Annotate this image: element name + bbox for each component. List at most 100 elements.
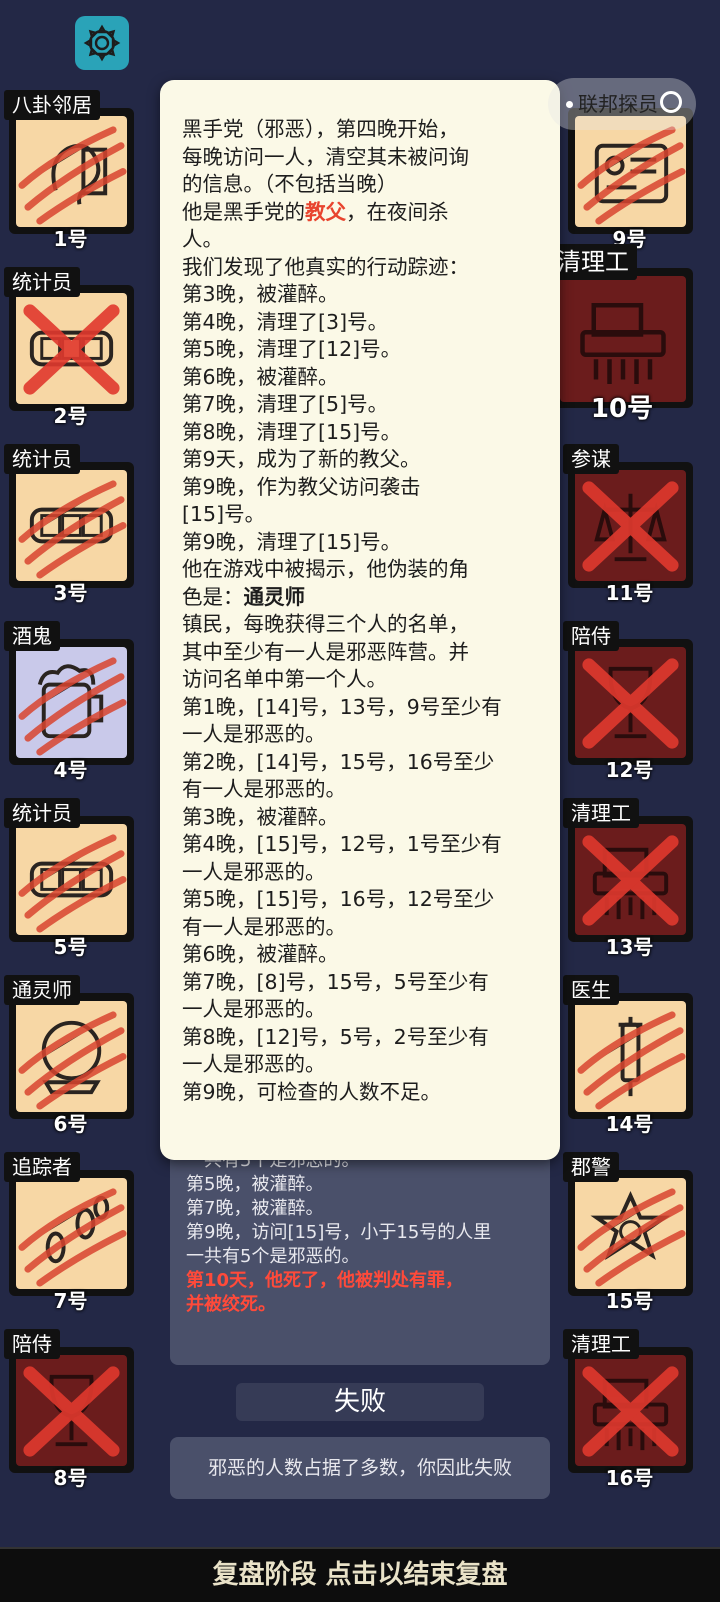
disguise-line: 有一人是邪恶的。 (182, 777, 346, 801)
wine-glass-icon (582, 658, 679, 749)
track-line: 第9晚，清理了[15]号。 (182, 529, 402, 554)
role-label: 统计员 (4, 267, 80, 297)
card-art (575, 1001, 686, 1112)
log-line: 第7晚，被灌醉。 (186, 1198, 324, 1219)
role-label: 陪侍 (563, 621, 619, 651)
player-card-8号[interactable]: 陪侍 8号 (2, 1329, 139, 1490)
disguise-line: 第1晚，[14]号，13号，9号至少有 (182, 694, 502, 719)
role-detail-popup[interactable]: 黑手党（邪恶），第四晚开始， 每晚访问一人，清空其未被问询 的信息。（不包括当晚） 他… (160, 80, 560, 1160)
counter-icon (18, 480, 127, 579)
disguise-line: 第4晚，[15]号，12号，1号至少有 (182, 832, 502, 856)
track-line: 第9天，成为了新的教父。 (182, 447, 421, 471)
log-death-line: 第10天，他死了，他被判处有罪， (186, 1270, 464, 1291)
shredder-icon (582, 1366, 679, 1457)
player-card-15号[interactable]: 郡警 15号 (561, 1152, 698, 1313)
player-number: 4号 (53, 758, 88, 782)
player-card-5号[interactable]: 统计员 5号 (2, 798, 139, 959)
player-card-4号[interactable]: 酒鬼 4号 (2, 621, 139, 782)
role-label: 通灵师 (4, 975, 80, 1005)
player-card-3号[interactable]: 统计员 3号 (2, 444, 139, 605)
card-art (575, 1355, 686, 1466)
result-button[interactable]: 失败 (236, 1383, 484, 1421)
scales-icon (582, 481, 679, 572)
disguise-line: 第6晚，被灌醉。 (182, 942, 339, 966)
player-card-16号[interactable]: 清理工 16号 (561, 1329, 698, 1490)
log-line: 一共有5个是邪恶的。 (186, 1246, 360, 1267)
fbi-agent-button[interactable]: 联邦探员 (548, 78, 696, 130)
player-card-2号[interactable]: 统计员 2号 (2, 267, 139, 428)
disguise-line: 第7晚，[8]号，15号，5号至少有 (182, 969, 489, 994)
track-line: 第4晚，清理了[3]号。 (182, 309, 389, 334)
card-art (16, 647, 127, 758)
card-art (16, 470, 127, 581)
player-card-10号[interactable]: 清理工 10号 (547, 244, 697, 424)
player-number: 8号 (53, 1466, 88, 1490)
role-label: 清理工 (563, 798, 639, 828)
role-label: 陪侍 (4, 1329, 60, 1359)
card-art (16, 1001, 127, 1112)
disguise-line: 访问名单中第一个人。 (182, 667, 387, 691)
track-line: 第9晚，作为教父访问袭击 (182, 474, 421, 499)
role-label: 酒鬼 (4, 621, 60, 651)
card-art (560, 276, 686, 402)
dot-icon (566, 101, 573, 108)
fbi-agent-label: 联邦探员 (578, 92, 658, 116)
track-line: 第8晚，清理了[15]号。 (182, 419, 402, 444)
track-line: 第6晚，被灌醉。 (182, 364, 339, 389)
player-card-13号[interactable]: 清理工 13号 (561, 798, 698, 959)
track-line: [15]号。 (182, 502, 266, 526)
player-number: 5号 (53, 935, 88, 959)
card-art (575, 470, 686, 581)
player-card-6号[interactable]: 通灵师 6号 (2, 975, 139, 1136)
log-death-line: 并被绞死。 (186, 1294, 276, 1315)
counter-icon (23, 304, 120, 395)
footprints-icon (18, 1188, 127, 1287)
counter-icon (18, 834, 127, 933)
popup-line: 色是：通灵师 (182, 584, 306, 609)
disguise-line: 一人是邪恶的。 (182, 1052, 326, 1076)
card-art (575, 824, 686, 935)
card-art (575, 647, 686, 758)
role-label: 清理工 (563, 1329, 639, 1359)
shredder-icon (582, 835, 679, 926)
radio-icon (660, 91, 682, 113)
player-number: 15号 (605, 1289, 654, 1313)
role-label: 统计员 (4, 798, 80, 828)
player-card-12号[interactable]: 陪侍 12号 (561, 621, 698, 782)
disguise-line: 有一人是邪恶的。 (182, 914, 346, 939)
wine-glass-icon (23, 1366, 120, 1457)
ear-icon (18, 126, 127, 225)
gear-icon (83, 24, 121, 62)
player-card-1号[interactable]: 八卦邻居 1号 (2, 90, 139, 251)
popup-line: 他在游戏中被揭示，他伪装的角 (182, 557, 469, 581)
track-line: 第7晚，清理了[5]号。 (182, 392, 389, 416)
settings-button[interactable] (75, 16, 129, 70)
card-art (16, 293, 127, 404)
end-review-bar[interactable]: 复盘阶段 点击以结束复盘 (0, 1547, 720, 1602)
player-card-11号[interactable]: 参谋 11号 (561, 444, 698, 605)
disguise-role: 通灵师 (243, 584, 306, 609)
player-number: 6号 (53, 1112, 88, 1136)
player-card-7号[interactable]: 追踪者 7号 (2, 1152, 139, 1313)
role-label: 八卦邻居 (4, 90, 100, 120)
sheriff-star-icon (577, 1188, 686, 1287)
disguise-line: 一人是邪恶的。 (182, 722, 326, 746)
log-line: 第9晚，访问[15]号，小于15号的人里 (186, 1222, 492, 1243)
card-art (16, 116, 127, 227)
player-number: 10号 (590, 394, 654, 424)
player-card-14号[interactable]: 医生 14号 (561, 975, 698, 1136)
beer-icon (18, 657, 127, 756)
disguise-line: 第2晚，[14]号，15号，16号至少 (182, 749, 495, 774)
syringe-icon (577, 1011, 686, 1110)
player-number: 1号 (53, 227, 88, 251)
role-label: 清理工 (549, 244, 637, 280)
disguise-line: 第9晚，可检查的人数不足。 (182, 1079, 442, 1104)
player-number: 7号 (53, 1289, 88, 1313)
role-label: 医生 (563, 975, 619, 1005)
player-number: 12号 (605, 758, 654, 782)
card-art (575, 116, 686, 227)
disguise-line: 第5晚，[15]号，16号，12号至少 (182, 887, 495, 911)
role-label: 参谋 (563, 444, 619, 474)
true-role: 教父 (305, 199, 346, 224)
track-line: 第5晚，清理了[12]号。 (182, 337, 402, 361)
